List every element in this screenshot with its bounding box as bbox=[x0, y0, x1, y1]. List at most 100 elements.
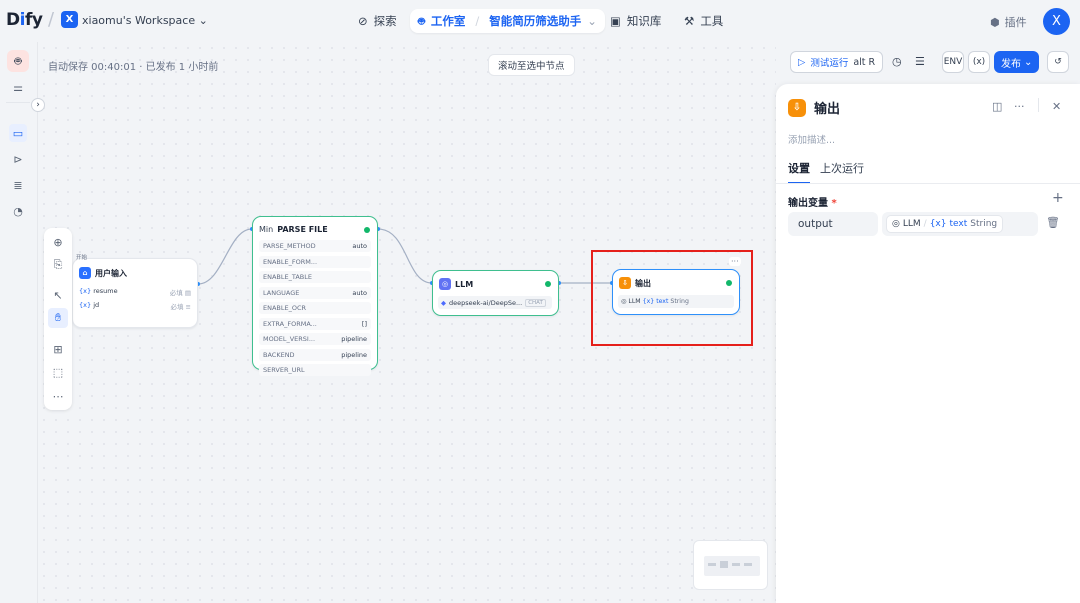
workspace-avatar[interactable]: X bbox=[61, 11, 78, 28]
start-node[interactable]: 开始 ⌂ 用户输入 {x} resume 必填 ▤ {x} jd 必填 ≡ bbox=[72, 255, 198, 328]
hand-icon[interactable]: ✋︎ bbox=[48, 308, 68, 328]
nav-studio-label: 工作室 bbox=[430, 14, 466, 28]
compass-icon: ⊘ bbox=[358, 14, 368, 28]
checklist-icon[interactable]: ☰ bbox=[915, 55, 925, 68]
variable-icon: {x} bbox=[929, 219, 947, 229]
minimap-node bbox=[708, 563, 716, 566]
variable-source-selector[interactable]: ◎ LLM / {x} text String bbox=[882, 212, 1038, 236]
api-terminal-icon[interactable]: ⊳ bbox=[11, 152, 25, 166]
hammer-icon: ⚒ bbox=[684, 14, 695, 28]
parse-field-key: ENABLE_OCR bbox=[263, 304, 307, 312]
section-label: 输出变量 bbox=[788, 198, 828, 209]
history-clock-icon[interactable]: ◷ bbox=[892, 55, 902, 68]
var-required: 必填 bbox=[169, 289, 183, 297]
nav-studio[interactable]: 🤖︎ 工作室 / 智能简历筛选助手 ⌄ bbox=[410, 9, 605, 33]
nav-tools[interactable]: ⚒ 工具 bbox=[676, 9, 731, 33]
user-input-icon: ⌂ bbox=[79, 267, 91, 279]
settings-sliders-icon[interactable]: ⚌ bbox=[11, 80, 25, 94]
test-run-button[interactable]: ▷ 测试运行 alt R bbox=[790, 51, 884, 73]
llm-model-selector: ◆ deepseek-ai/DeepSe... CHAT bbox=[438, 296, 552, 309]
pointer-icon[interactable]: ↖ bbox=[51, 288, 65, 302]
monitoring-icon[interactable]: ◔ bbox=[11, 204, 25, 218]
llm-node[interactable]: ◎ LLM ◆ deepseek-ai/DeepSe... CHAT bbox=[432, 270, 559, 316]
trash-icon[interactable]: 🗑︎ bbox=[1046, 216, 1060, 229]
llm-mode-badge: CHAT bbox=[525, 298, 546, 307]
env-variables-icon[interactable]: ENV bbox=[942, 51, 964, 73]
orchestrate-icon[interactable]: ▭ bbox=[9, 124, 27, 142]
output-icon: ⇩ bbox=[788, 98, 806, 117]
parse-field-row: BACKEND pipeline bbox=[259, 348, 371, 361]
parse-file-node[interactable]: Min PARSE FILE PARSE_METHOD auto ENABLE_FO… bbox=[252, 216, 378, 376]
panel-divider bbox=[1038, 98, 1039, 112]
add-description-input[interactable]: 添加描述... bbox=[788, 132, 835, 146]
close-icon[interactable]: ✕ bbox=[1052, 100, 1061, 113]
organize-icon[interactable]: ⊞ bbox=[51, 342, 65, 356]
help-docs-icon[interactable]: ◫ bbox=[992, 100, 1002, 113]
parse-field-row: ENABLE_FORM... bbox=[259, 255, 371, 268]
tab-last-run[interactable]: 上次运行 bbox=[820, 160, 864, 184]
nav-explore[interactable]: ⊘ 探索 bbox=[350, 9, 405, 33]
current-app-name[interactable]: 智能简历筛选助手 bbox=[489, 13, 581, 29]
parse-field-row: ENABLE_TABLE bbox=[259, 271, 371, 283]
minimap-node bbox=[720, 561, 728, 568]
parse-field-value: auto bbox=[352, 242, 367, 250]
more-icon[interactable]: ⋯ bbox=[51, 389, 65, 403]
workspace-switcher[interactable]: xiaomu's Workspace ⌄ bbox=[82, 14, 208, 27]
start-node-title: 用户输入 bbox=[95, 268, 127, 278]
start-node-tag: 开始 bbox=[76, 255, 88, 261]
llm-node-title: LLM bbox=[455, 279, 474, 289]
publish-button[interactable]: 发布 ⌄ bbox=[994, 51, 1040, 73]
var-name: resume bbox=[93, 287, 118, 295]
logs-icon[interactable]: ≣ bbox=[11, 178, 25, 192]
parse-field-row: ENABLE_OCR bbox=[259, 302, 371, 314]
chevron-down-icon: ⌄ bbox=[1024, 56, 1033, 68]
nav-tools-label: 工具 bbox=[700, 14, 724, 28]
workflow-canvas[interactable]: 自动保存 00:40:01 · 已发布 1 小时前 滚动至选中节点 › 开始 ⌂… bbox=[31, 42, 776, 603]
output-vars-header: 输出变量 * bbox=[788, 194, 837, 209]
parse-field-key: ENABLE_FORM... bbox=[263, 257, 318, 266]
breadcrumb-separator: / bbox=[48, 9, 55, 30]
publish-label: 发布 bbox=[1001, 58, 1021, 70]
test-run-shortcut: alt R bbox=[853, 56, 876, 68]
dify-logo[interactable]: Dify bbox=[6, 10, 43, 30]
app-icon[interactable]: 🤖︎ bbox=[7, 50, 29, 72]
panel-title: 输出 bbox=[814, 102, 841, 117]
conversation-variables-icon[interactable]: (x) bbox=[968, 51, 990, 73]
parse-field-key: PARSE_METHOD bbox=[263, 242, 316, 250]
run-toolbar: ▷ 测试运行 alt R ◷ ☰ ENV (x) 发布 ⌄ ↺ bbox=[776, 42, 1080, 84]
canvas-toolbar: ⊕ ⎘ ↖ ✋︎ ⊞ ⬚ ⋯ bbox=[44, 228, 72, 410]
parse-node-title: PARSE FILE bbox=[277, 225, 328, 234]
variable-name-input[interactable]: output bbox=[788, 212, 878, 236]
plugins-button[interactable]: ⬢ 插件 bbox=[990, 14, 1027, 30]
parse-node-prefix: Min bbox=[259, 225, 274, 234]
var-type: String bbox=[970, 219, 998, 229]
var-name: jd bbox=[93, 301, 100, 309]
parse-field-key: MODEL_VERSI... bbox=[263, 335, 316, 343]
minimap-viewport bbox=[704, 556, 760, 576]
required-mark: * bbox=[831, 198, 837, 209]
text-icon: ≡ bbox=[185, 303, 191, 311]
deepseek-icon: ◆ bbox=[441, 298, 446, 307]
maximize-icon[interactable]: ⬚ bbox=[51, 365, 65, 379]
chevron-down-icon: ⌄ bbox=[198, 14, 208, 27]
parse-field-key: ENABLE_TABLE bbox=[263, 273, 312, 281]
parse-field-row: PARSE_METHOD auto bbox=[259, 240, 371, 252]
tab-settings[interactable]: 设置 bbox=[788, 160, 810, 184]
var-required: 必填 bbox=[170, 303, 184, 311]
start-var-jd: {x} jd 必填 ≡ bbox=[79, 301, 191, 311]
version-history-icon[interactable]: ↺ bbox=[1047, 51, 1069, 73]
nav-knowledge-label: 知识库 bbox=[626, 14, 662, 28]
add-node-icon[interactable]: ⊕ bbox=[51, 235, 65, 249]
add-note-icon[interactable]: ⎘ bbox=[51, 258, 65, 272]
plugins-label: 插件 bbox=[1004, 16, 1027, 29]
nav-knowledge[interactable]: ▣ 知识库 bbox=[602, 9, 669, 33]
success-check-icon bbox=[545, 281, 551, 287]
minimap[interactable] bbox=[693, 540, 768, 590]
parse-field-value: pipeline bbox=[341, 350, 367, 359]
add-variable-button[interactable]: + bbox=[1052, 190, 1064, 206]
more-options-icon[interactable]: ··· bbox=[1014, 100, 1025, 113]
edge-start-parse bbox=[197, 228, 253, 285]
user-avatar[interactable]: X bbox=[1043, 8, 1070, 35]
parse-field-key: EXTRA_FORMA... bbox=[263, 319, 317, 328]
variable-icon: {x} bbox=[79, 287, 92, 295]
